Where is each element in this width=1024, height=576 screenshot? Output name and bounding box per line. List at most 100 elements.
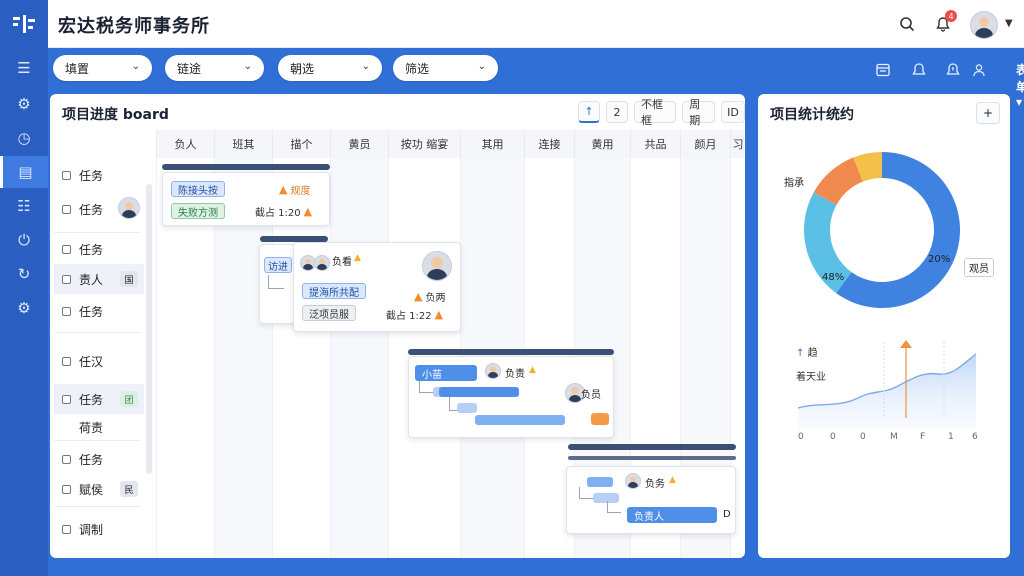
board-toolbar: ↑ 2 不框框 周期 ID (578, 98, 745, 127)
notification-badge: 4 (945, 10, 957, 22)
clock-icon[interactable]: ◷ (0, 122, 48, 154)
document-icon[interactable]: ▤ (0, 156, 48, 188)
list-icon[interactable]: ☷ (0, 190, 48, 222)
app-title: 宏达税务师事务所 (58, 16, 210, 37)
task-row[interactable]: 任务 (54, 234, 144, 264)
task-tag: 民 (120, 481, 138, 497)
alert-bell-icon[interactable] (942, 59, 964, 81)
calendar-icon[interactable] (872, 59, 894, 81)
warning-bell-icon: ▲ (303, 205, 313, 218)
column-header[interactable]: 连接 (524, 130, 574, 158)
gantt-card[interactable]: 陈接头按 失败方测 ▲ 规度 截占 1:20 ▲ (162, 172, 330, 226)
tick-label: 1 (948, 432, 954, 442)
sort-up-button[interactable]: ↑ (578, 101, 600, 123)
gantt-card[interactable]: 负看 ▲ 提海所共配 泛项员服 ▲ 负两 截占 1:22 ▲ (293, 242, 461, 332)
search-icon[interactable] (896, 13, 918, 35)
period-button[interactable]: 周期 (682, 98, 715, 127)
marker-triangle (900, 340, 912, 348)
id-button[interactable]: ID (720, 101, 745, 123)
filter-dropdown-1[interactable]: 填置 ⌄ (53, 55, 152, 81)
warning-bell-icon: ▲ (414, 290, 423, 303)
task-list-scrollbar[interactable] (146, 184, 152, 474)
donut-label: 20% (928, 254, 951, 265)
tick-label: M (890, 432, 898, 442)
trend-area (798, 354, 976, 428)
card-header-bar (568, 444, 736, 450)
user-avatar[interactable] (970, 11, 998, 39)
column-header[interactable]: 颜月 (680, 130, 730, 158)
task-tag: 国 (120, 271, 138, 287)
task-checkbox[interactable] (62, 306, 71, 316)
task-checkbox[interactable] (62, 394, 71, 404)
column-header[interactable]: 黄用 (574, 130, 630, 158)
assignee-name: 负责 (505, 369, 525, 380)
gantt-card[interactable]: 负务 ▲ 负责人 D (566, 466, 736, 534)
gantt-card[interactable]: 小苗 负责 ▲ 负员 (408, 356, 614, 438)
page-button[interactable]: 2 (606, 101, 628, 123)
task-bar[interactable] (457, 403, 477, 413)
app-logo[interactable] (0, 0, 48, 48)
donut-label: 指承 (784, 178, 804, 189)
task-bar[interactable] (475, 415, 565, 425)
dependency-connector (607, 501, 621, 513)
task-row[interactable]: 任务 (54, 296, 144, 326)
board-title: 项目进度 board (62, 107, 169, 123)
column-header[interactable]: 按功 缩宴 (388, 130, 460, 158)
task-row[interactable]: 赋侯民 (54, 474, 144, 504)
task-checkbox[interactable] (62, 170, 71, 180)
add-button[interactable]: + (976, 102, 1000, 124)
column-header[interactable]: 班其 (214, 130, 272, 158)
column-header[interactable]: 黄员 (330, 130, 388, 158)
filter-dropdown-4[interactable]: 筛选 ⌄ (393, 55, 498, 81)
tick-label: 0 (830, 432, 836, 442)
filter-dropdown-2[interactable]: 链途 ⌄ (165, 55, 264, 81)
task-row[interactable]: 任务 (54, 194, 144, 224)
task-checkbox[interactable] (62, 204, 71, 214)
task-checkbox[interactable] (62, 524, 71, 534)
task-checkbox[interactable] (62, 484, 71, 494)
task-checkbox[interactable] (62, 454, 71, 464)
task-row[interactable]: 调制 (54, 514, 144, 544)
task-row[interactable]: 责人国 (54, 264, 144, 294)
chevron-down-icon[interactable]: ▼ (1005, 18, 1013, 29)
tick-label: 0 (860, 432, 866, 442)
warning-label: ▲ 负两 (414, 290, 446, 304)
card-header-bar (408, 349, 614, 355)
logo-icon (13, 15, 35, 33)
divider (54, 506, 140, 507)
task-row[interactable]: 任务团 (54, 384, 144, 414)
task-checkbox[interactable] (62, 274, 71, 284)
task-row[interactable]: 任务 (54, 160, 144, 190)
divider (54, 232, 140, 233)
column-header[interactable]: 负人 (156, 130, 214, 158)
task-bar[interactable] (587, 477, 613, 487)
column-header[interactable]: 描个 (272, 130, 330, 158)
user-icon[interactable] (968, 59, 990, 81)
notification-bell-icon[interactable]: 4 (932, 10, 957, 35)
column-header[interactable]: 习 (730, 130, 745, 158)
bell-icon[interactable] (908, 59, 930, 81)
task-row[interactable]: 荷责 (54, 412, 144, 442)
filter-dropdown-3[interactable]: 朝选 ⌄ (278, 55, 382, 81)
task-row[interactable]: 任务 (54, 444, 144, 474)
gear-icon[interactable]: ⚙ (0, 292, 48, 324)
view-toggle-button[interactable]: 不框框 (634, 98, 677, 127)
task-checkbox[interactable] (62, 244, 71, 254)
settings-cog-icon[interactable]: ⚙ (0, 88, 48, 120)
menu-icon[interactable]: ☰ (0, 52, 48, 84)
donut-label: 48% (822, 272, 845, 283)
power-icon[interactable]: ⏻ (0, 224, 48, 256)
task-checkbox[interactable] (62, 356, 71, 366)
refresh-icon[interactable]: ↻ (0, 258, 48, 290)
alert-bell-icon: ▲ (529, 365, 536, 375)
dependency-connector (579, 487, 593, 499)
user-menu-label[interactable]: 表单 ▾ (1016, 61, 1024, 109)
dependency-connector (268, 275, 284, 289)
column-header[interactable]: 其用 (460, 130, 524, 158)
task-row[interactable]: 任汉 (54, 346, 144, 376)
project-stats-panel: 项目统计统约 + 指承 20% 观员 48% ↑ 趋 着天业 0 0 0 M F… (758, 94, 1010, 558)
task-bar[interactable] (439, 387, 519, 397)
chevron-down-icon: ⌄ (477, 61, 486, 72)
project-board-panel: 项目进度 board ↑ 2 不框框 周期 ID 负人 班其 描个 黄员 按功 … (50, 94, 745, 558)
column-header[interactable]: 共品 (630, 130, 680, 158)
